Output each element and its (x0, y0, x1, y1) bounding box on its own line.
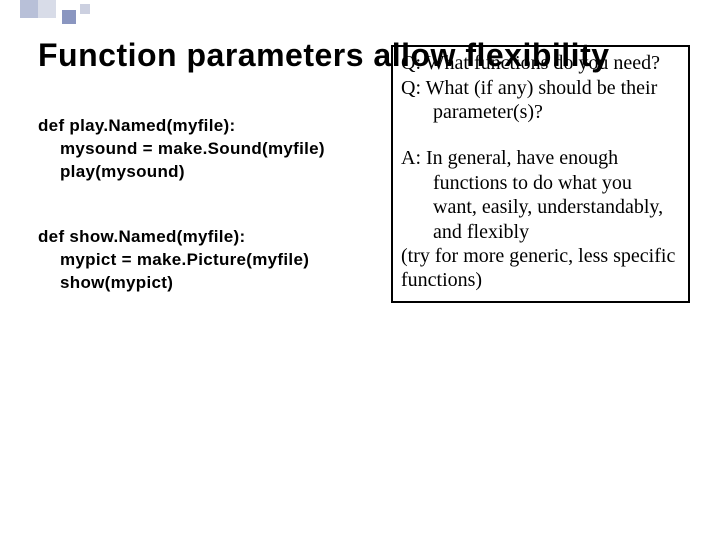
qa-column: Q: What functions do you need? Q: What (… (391, 77, 690, 337)
code-line: mysound = make.Sound(myfile) (38, 138, 383, 161)
qa-box: Q: What functions do you need? Q: What (… (391, 45, 690, 303)
code-line: show(mypict) (38, 272, 383, 295)
question-1: Q: What functions do you need? (401, 51, 680, 75)
deco-square (38, 0, 56, 18)
code-line: def play.Named(myfile): (38, 115, 383, 138)
code-block-show: def show.Named(myfile): mypict = make.Pi… (38, 226, 383, 295)
deco-square (62, 10, 76, 24)
answer-main: A: In general, have enough functions to … (401, 146, 680, 244)
question-2: Q: What (if any) should be their paramet… (401, 76, 680, 125)
code-block-play: def play.Named(myfile): mysound = make.S… (38, 115, 383, 184)
deco-square (80, 4, 90, 14)
answer-block: A: In general, have enough functions to … (401, 146, 680, 292)
questions-block: Q: What functions do you need? Q: What (… (401, 51, 680, 124)
code-line: def show.Named(myfile): (38, 226, 383, 249)
deco-square (20, 0, 38, 18)
content-row: def play.Named(myfile): mysound = make.S… (38, 77, 690, 337)
code-line: mypict = make.Picture(myfile) (38, 249, 383, 272)
slide-decoration (20, 0, 90, 24)
code-line: play(mysound) (38, 161, 383, 184)
answer-note: (try for more generic, less specific fun… (401, 244, 680, 293)
slide-body: Function parameters allow flexibility de… (0, 0, 720, 357)
code-column: def play.Named(myfile): mysound = make.S… (38, 77, 383, 337)
